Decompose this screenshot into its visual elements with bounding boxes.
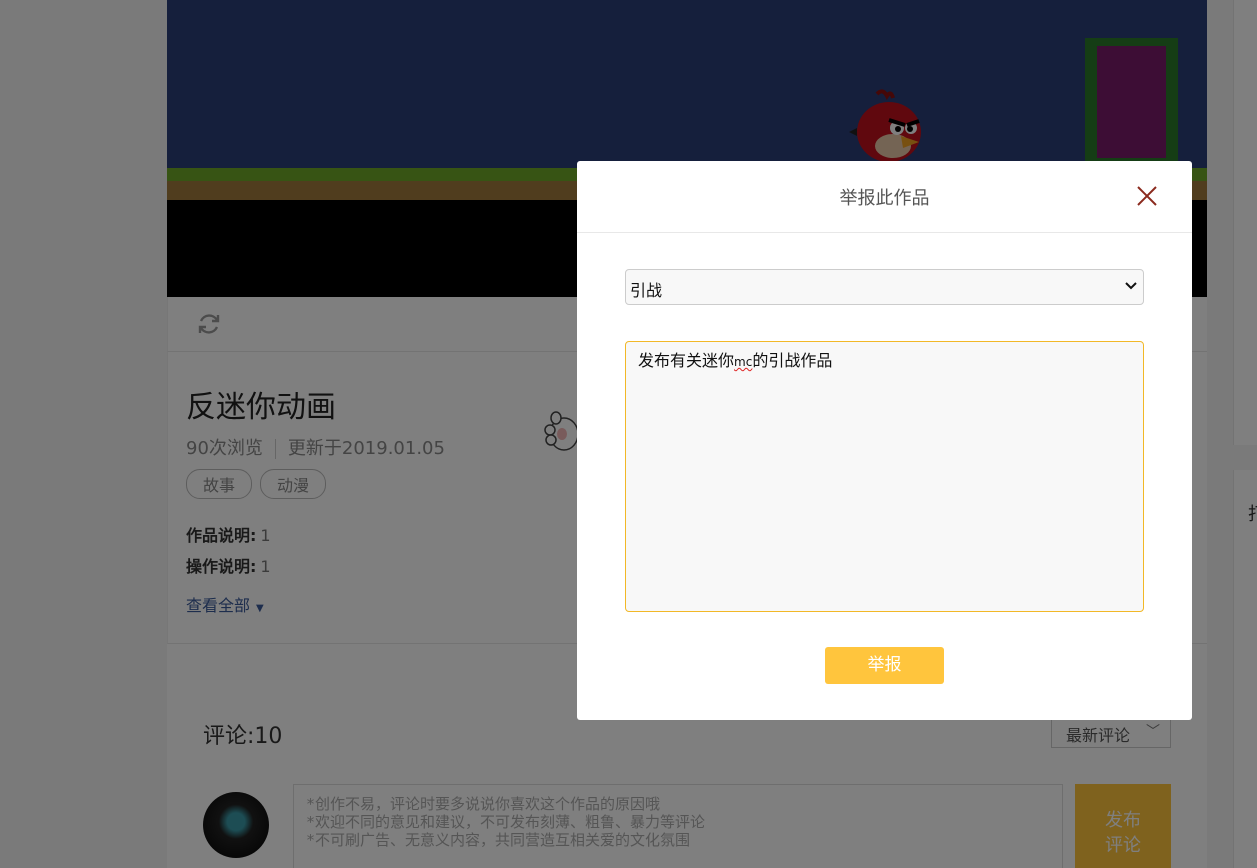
reason-text-misspelled: mc [734, 355, 753, 369]
report-submit-button[interactable]: 举报 [825, 647, 944, 684]
chevron-down-icon [1125, 282, 1137, 290]
reason-selected-value: 引战 [630, 281, 663, 300]
report-reason-select[interactable]: 引战 [625, 269, 1144, 305]
reason-text-part-1: 发布有关迷你 [638, 351, 735, 370]
modal-header: 举报此作品 [577, 161, 1192, 233]
report-reason-textarea[interactable]: 发布有关迷你mc的引战作品 [625, 341, 1144, 612]
close-icon[interactable] [1134, 183, 1160, 209]
modal-title: 举报此作品 [839, 188, 930, 209]
report-modal: 举报此作品 引战 发布有关迷你mc的引战作品 举报 [577, 161, 1192, 720]
reason-text-part-2: 的引战作品 [752, 351, 833, 370]
